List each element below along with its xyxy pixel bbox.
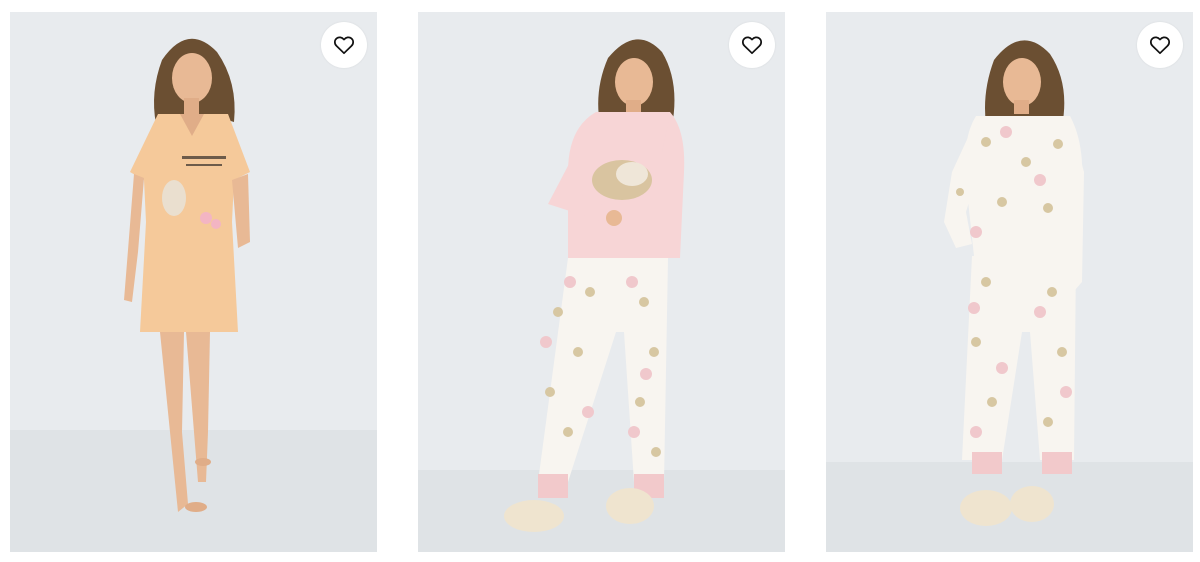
wishlist-button[interactable] — [1137, 22, 1183, 68]
product-image[interactable] — [10, 12, 377, 552]
heart-outline-icon — [333, 36, 355, 55]
product-card[interactable] — [10, 12, 377, 552]
wishlist-button[interactable] — [321, 22, 367, 68]
product-card[interactable] — [418, 12, 785, 552]
wishlist-button[interactable] — [729, 22, 775, 68]
heart-outline-icon — [741, 36, 763, 55]
product-image[interactable] — [418, 12, 785, 552]
product-card[interactable] — [826, 12, 1193, 552]
product-grid — [0, 0, 1200, 562]
product-image[interactable] — [826, 12, 1193, 552]
heart-outline-icon — [1149, 36, 1171, 55]
